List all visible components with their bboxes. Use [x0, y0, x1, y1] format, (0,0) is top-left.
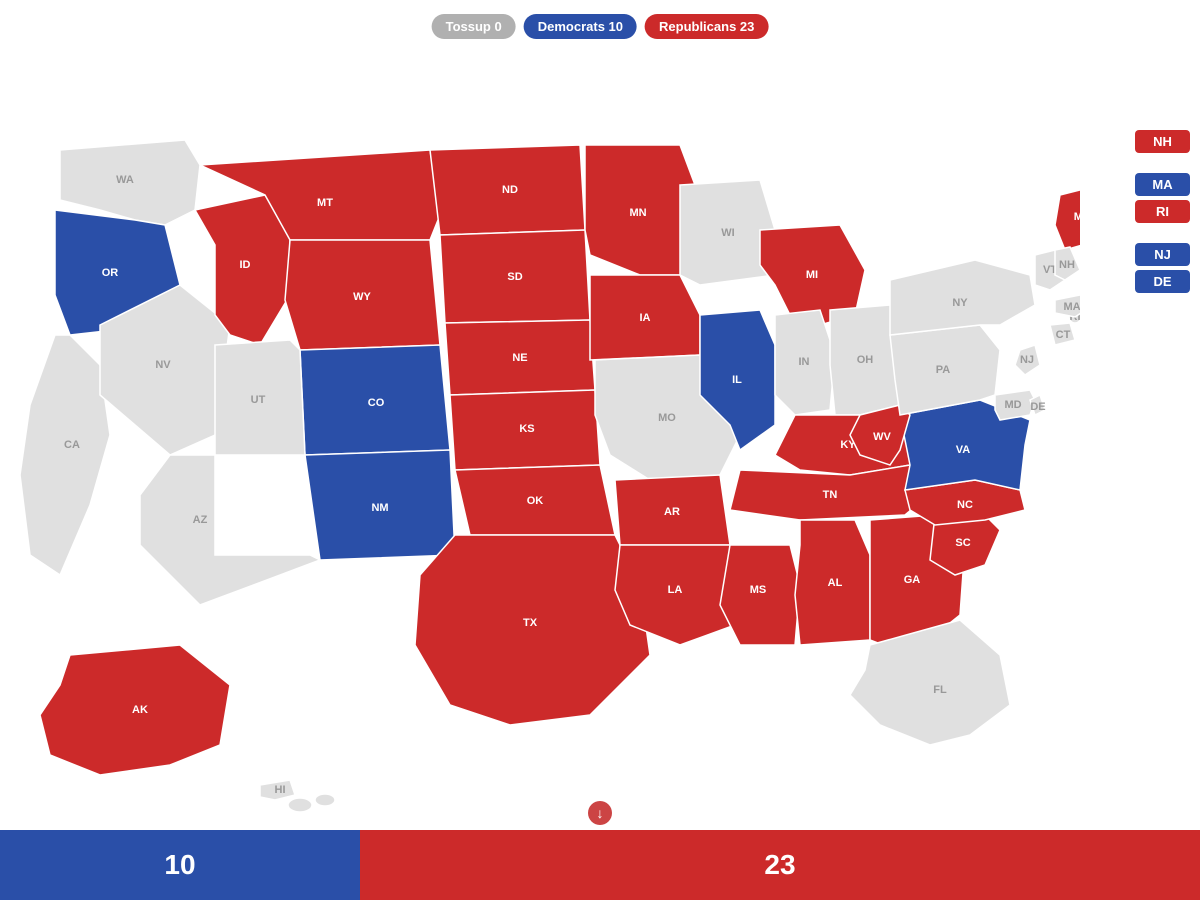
- map-container: WA OR CA NV ID MT WY CO NM UT AZ ND: [0, 55, 1080, 815]
- legend-tossup[interactable]: Tossup 0: [432, 14, 516, 39]
- state-MS[interactable]: [720, 545, 800, 645]
- state-TX[interactable]: [415, 535, 650, 725]
- state-MA[interactable]: [1055, 295, 1080, 317]
- dem-bar: 10: [0, 830, 360, 900]
- state-AZ[interactable]: [140, 455, 320, 605]
- legend-democrats[interactable]: Democrats 10: [524, 14, 637, 39]
- legend: Tossup 0 Democrats 10 Republicans 23: [432, 14, 769, 39]
- state-NH[interactable]: [1055, 247, 1080, 280]
- state-AR[interactable]: [615, 475, 730, 545]
- state-AK[interactable]: [40, 645, 230, 775]
- state-HI[interactable]: [260, 780, 295, 800]
- state-MD[interactable]: [995, 390, 1035, 420]
- state-CO[interactable]: [300, 345, 450, 455]
- state-IN[interactable]: [775, 310, 835, 415]
- state-IA[interactable]: [590, 275, 700, 360]
- sidebar-RI[interactable]: RI: [1135, 200, 1190, 223]
- legend-republicans[interactable]: Republicans 23: [645, 14, 768, 39]
- state-OK[interactable]: [455, 465, 615, 535]
- state-KS[interactable]: [450, 390, 600, 470]
- state-WA[interactable]: [60, 140, 200, 225]
- state-WY[interactable]: [285, 240, 440, 350]
- bottom-bar: 10 23: [0, 830, 1200, 900]
- state-NM[interactable]: [305, 450, 455, 560]
- state-UT[interactable]: [215, 340, 305, 455]
- state-NE[interactable]: [445, 320, 595, 395]
- state-AL[interactable]: [795, 520, 870, 645]
- state-SD[interactable]: [440, 230, 590, 323]
- state-ME[interactable]: [1055, 185, 1080, 250]
- rep-bar: 23: [360, 830, 1200, 900]
- state-ND[interactable]: [430, 145, 585, 235]
- down-arrow[interactable]: ↓: [588, 801, 612, 825]
- sidebar-NH[interactable]: NH: [1135, 130, 1190, 153]
- right-sidebar: NH MA RI NJ DE: [1135, 130, 1190, 293]
- sidebar-NJ[interactable]: NJ: [1135, 243, 1190, 266]
- sidebar-DE[interactable]: DE: [1135, 270, 1190, 293]
- state-CA[interactable]: [20, 335, 110, 575]
- sidebar-MA[interactable]: MA: [1135, 173, 1190, 196]
- state-CT[interactable]: [1050, 323, 1075, 345]
- state-NY[interactable]: [890, 260, 1035, 335]
- state-NJ[interactable]: [1015, 345, 1040, 375]
